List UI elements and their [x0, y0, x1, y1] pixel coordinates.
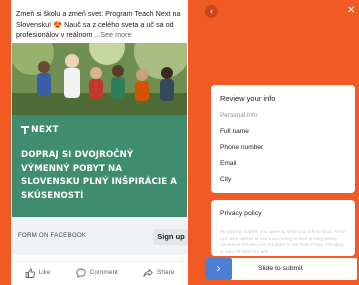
email-field[interactable]: Email [220, 160, 237, 167]
ad-headline: DOPRAJ SI DVOJROČNÝ VÝMENNÝ POBYT NA SLO… [21, 150, 178, 201]
slide-to-submit-bar[interactable]: › Slide to submit [205, 258, 357, 280]
like-label: Like [38, 269, 51, 276]
review-title: Review your info [220, 94, 276, 103]
brand-logo: NEXT [21, 125, 59, 135]
share-icon [143, 268, 153, 277]
comment-icon [76, 268, 86, 278]
full-name-field[interactable]: Full name [220, 128, 249, 135]
see-more-link[interactable]: ...See more [94, 30, 131, 39]
ad-photo[interactable] [12, 43, 187, 115]
share-button[interactable]: Share [143, 268, 174, 278]
lead-form-screen: ‹ ✕ Review your info Personal info Full … [200, 0, 359, 285]
slide-handle-chevron-icon[interactable]: › [205, 258, 232, 280]
phone-number-field[interactable]: Phone number [220, 144, 263, 151]
share-label: Share [157, 269, 175, 276]
ad-footer: FORM ON FACEBOOK Sign up [12, 217, 188, 255]
facebook-ad-card: Zmeň si školu a zmeň svet: Program Teach… [11, 0, 188, 285]
group-photo-image [12, 43, 187, 115]
privacy-policy-text: By clicking Submit, you agree to send yo… [220, 229, 346, 254]
slide-to-submit-label: Slide to submit [258, 265, 303, 272]
form-source-label: FORM ON FACEBOOK [18, 232, 87, 239]
city-field[interactable]: City [220, 176, 231, 183]
personal-info-label: Personal info [220, 112, 258, 119]
comment-button[interactable]: Comment [76, 268, 118, 278]
comment-label: Comment [89, 269, 118, 276]
review-info-card: Review your info Personal info Full name… [211, 85, 355, 193]
like-button[interactable]: Like [25, 268, 51, 278]
t-logo-icon [21, 126, 29, 134]
ad-primary-text: Zmeň si školu a zmeň svet: Program Teach… [16, 9, 188, 41]
close-icon[interactable]: ✕ [347, 4, 359, 18]
ad-creative-banner[interactable]: NEXT DOPRAJ SI DVOJROČNÝ VÝMENNÝ POBYT N… [12, 115, 187, 217]
sign-up-button[interactable]: Sign up [153, 229, 188, 245]
back-arrow-icon[interactable]: ‹ [205, 5, 218, 18]
brand-name: NEXT [31, 125, 59, 135]
thumbs-up-icon [25, 268, 35, 278]
privacy-policy-card: Privacy policy By clicking Submit, you a… [211, 200, 355, 256]
privacy-policy-title: Privacy policy [220, 210, 262, 217]
reaction-bar: Like Comment Share [12, 261, 187, 283]
